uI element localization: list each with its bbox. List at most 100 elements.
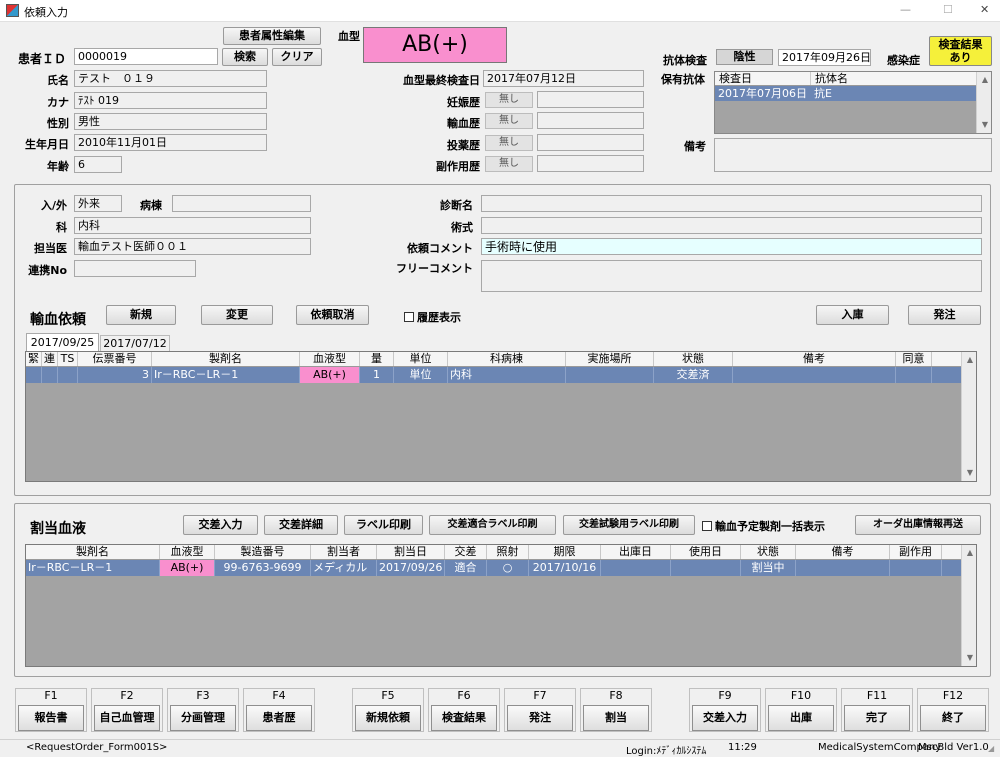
antibody-scrollbar[interactable]: ▲ ▼ — [976, 72, 991, 133]
dob-field: 2010年11月01日 — [74, 134, 267, 151]
report-button[interactable]: 報告書 — [18, 705, 84, 731]
history-check-box[interactable] — [404, 312, 414, 322]
pregnancy-status[interactable]: 無し — [485, 92, 533, 108]
link-no-label: 連携No — [28, 264, 67, 277]
fkey-f10: F10 出庫 — [765, 688, 837, 732]
fraction-management-button[interactable]: 分画管理 — [170, 705, 236, 731]
complete-button[interactable]: 完了 — [844, 705, 910, 731]
edit-patient-attr-button[interactable]: 患者属性編集 — [223, 27, 321, 45]
status-time: 11:29 — [728, 742, 757, 753]
autologous-blood-button[interactable]: 自己血管理 — [94, 705, 160, 731]
fkey-f4: F4 患者歴 — [243, 688, 315, 732]
medication-label: 投薬歴 — [447, 139, 480, 152]
free-comment-field — [481, 260, 982, 292]
antibody-test-label: 抗体検査 — [663, 54, 707, 67]
request-section-title: 輸血依頼 — [30, 312, 86, 328]
minimize-button[interactable]: — — [900, 3, 911, 16]
window-title: 依頼入力 — [24, 6, 68, 19]
transfusion-status[interactable]: 無し — [485, 113, 533, 129]
antibody-remarks-label: 備考 — [684, 140, 706, 153]
tab-2017-07-12[interactable]: 2017/07/12 — [100, 335, 170, 351]
side-effect-detail — [537, 155, 644, 172]
name-field: テスト ０１９ — [74, 70, 267, 87]
request-row[interactable]: 3 Ir－RBC－LR－1 AB(+) 1 単位 内科 交差済 — [26, 367, 976, 383]
kana-field: ﾃｽﾄ 019 — [74, 92, 267, 109]
alloc-row[interactable]: Ir－RBC－LR－1 AB(+) 99-6763-9699 メディカル 201… — [26, 560, 976, 576]
cross-detail-button[interactable]: 交差詳細 — [264, 515, 338, 535]
maximize-button[interactable]: ☐ — [943, 3, 953, 16]
medication-detail — [537, 134, 644, 151]
issue-order-button[interactable]: 発注 — [507, 705, 573, 731]
alloc-grid-scrollbar[interactable]: ▲ ▼ — [961, 545, 976, 666]
dept-label: 科 — [56, 221, 67, 234]
ward-field — [172, 195, 311, 212]
exit-button[interactable]: 終了 — [920, 705, 986, 731]
infection-btn-line1: 検査結果 — [938, 38, 983, 51]
patient-history-button[interactable]: 患者歴 — [246, 705, 312, 731]
transfusion-detail — [537, 112, 644, 129]
infection-label: 感染症 — [887, 54, 920, 67]
test-results-button[interactable]: 検査結果 — [431, 705, 497, 731]
search-button[interactable]: 検索 — [222, 48, 268, 66]
infection-btn-line2: あり — [949, 51, 972, 64]
inout-field: 外来 — [74, 195, 122, 212]
tab-2017-09-25[interactable]: 2017/09/25 — [26, 333, 99, 352]
close-button[interactable]: ✕ — [980, 3, 989, 16]
status-bar: <RequestOrder_Form001S> Login:ﾒﾃﾞｨｶﾙｼｽﾃﾑ… — [0, 739, 1000, 757]
request-grid: 緊 連 TS 伝票番号 製剤名 血液型 量 単位 科病棟 実施場所 状態 備考 … — [25, 351, 977, 482]
age-label: 年齢 — [47, 160, 69, 173]
side-effect-status[interactable]: 無し — [485, 156, 533, 172]
surgery-field — [481, 217, 982, 234]
diagnosis-field — [481, 195, 982, 212]
doctor-label: 担当医 — [34, 242, 67, 255]
fkey-f1: F1 報告書 — [15, 688, 87, 732]
medication-status[interactable]: 無し — [485, 135, 533, 151]
cross-match-label-print-button[interactable]: 交差適合ラベル印刷 — [429, 515, 556, 535]
alloc-section-title: 割当血液 — [30, 521, 86, 537]
bulk-display-check-box[interactable] — [702, 521, 712, 531]
alloc-grid-header: 製剤名 血液型 製造番号 割当者 割当日 交差 照射 期限 出庫日 使用日 状態… — [26, 545, 976, 560]
fkey-f6: F6 検査結果 — [428, 688, 500, 732]
fkey-f7: F7 発注 — [504, 688, 576, 732]
transfusion-label: 輸血歴 — [447, 117, 480, 130]
request-grid-scrollbar[interactable]: ▲ ▼ — [961, 352, 976, 481]
dispatch-button[interactable]: 出庫 — [768, 705, 834, 731]
allocate-button[interactable]: 割当 — [583, 705, 649, 731]
kana-label: カナ — [47, 96, 69, 109]
place-order-button[interactable]: 発注 — [908, 305, 981, 325]
infection-result-button[interactable]: 検査結果 あり — [929, 36, 992, 66]
bulk-display-checkbox[interactable]: 輸血予定製剤一括表示 — [702, 518, 825, 534]
doctor-field: 輸血テスト医師００１ — [74, 238, 311, 255]
cross-input-button[interactable]: 交差入力 — [183, 515, 258, 535]
label-print-button[interactable]: ラベル印刷 — [344, 515, 423, 535]
fkey-f8: F8 割当 — [580, 688, 652, 732]
alloc-grid: 製剤名 血液型 製造番号 割当者 割当日 交差 照射 期限 出庫日 使用日 状態… — [25, 544, 977, 667]
stock-in-button[interactable]: 入庫 — [816, 305, 889, 325]
fkey-cross-input-button[interactable]: 交差入力 — [692, 705, 758, 731]
change-request-button[interactable]: 変更 — [201, 305, 273, 325]
title-bar: 依頼入力 — ☐ ✕ — [0, 0, 1000, 22]
dob-label: 生年月日 — [25, 138, 69, 151]
cross-test-label-print-button[interactable]: 交差試験用ラベル印刷 — [563, 515, 695, 535]
antibody-row[interactable]: 2017年07月06日 抗E — [715, 86, 991, 101]
fkey-f2: F2 自己血管理 — [91, 688, 163, 732]
history-checkbox[interactable]: 履歴表示 — [404, 309, 461, 325]
free-comment-label: フリーコメント — [396, 262, 473, 275]
new-order-button[interactable]: 新規依頼 — [355, 705, 421, 731]
status-version: MscBld Ver1.0 — [918, 742, 989, 753]
cancel-request-button[interactable]: 依頼取消 — [296, 305, 369, 325]
fkey-f11: F11 完了 — [841, 688, 913, 732]
resend-order-button[interactable]: オーダ出庫情報再送 — [855, 515, 981, 535]
fkey-f9: F9 交差入力 — [689, 688, 761, 732]
col-check-date: 検査日 — [715, 72, 811, 85]
patient-id-input[interactable]: 0000019 — [74, 48, 218, 65]
sex-label: 性別 — [47, 117, 69, 130]
antibody-remarks-field[interactable] — [714, 138, 992, 172]
fkey-f12: F12 終了 — [917, 688, 989, 732]
clear-button[interactable]: クリア — [272, 48, 322, 66]
pregnancy-detail — [537, 91, 644, 108]
last-check-field: 2017年07月12日 — [483, 70, 644, 87]
held-antibody-grid: 検査日 抗体名 2017年07月06日 抗E ▲ ▼ — [714, 71, 992, 134]
antibody-test-date: 2017年09月26日 — [778, 49, 871, 66]
new-request-button[interactable]: 新規 — [106, 305, 176, 325]
